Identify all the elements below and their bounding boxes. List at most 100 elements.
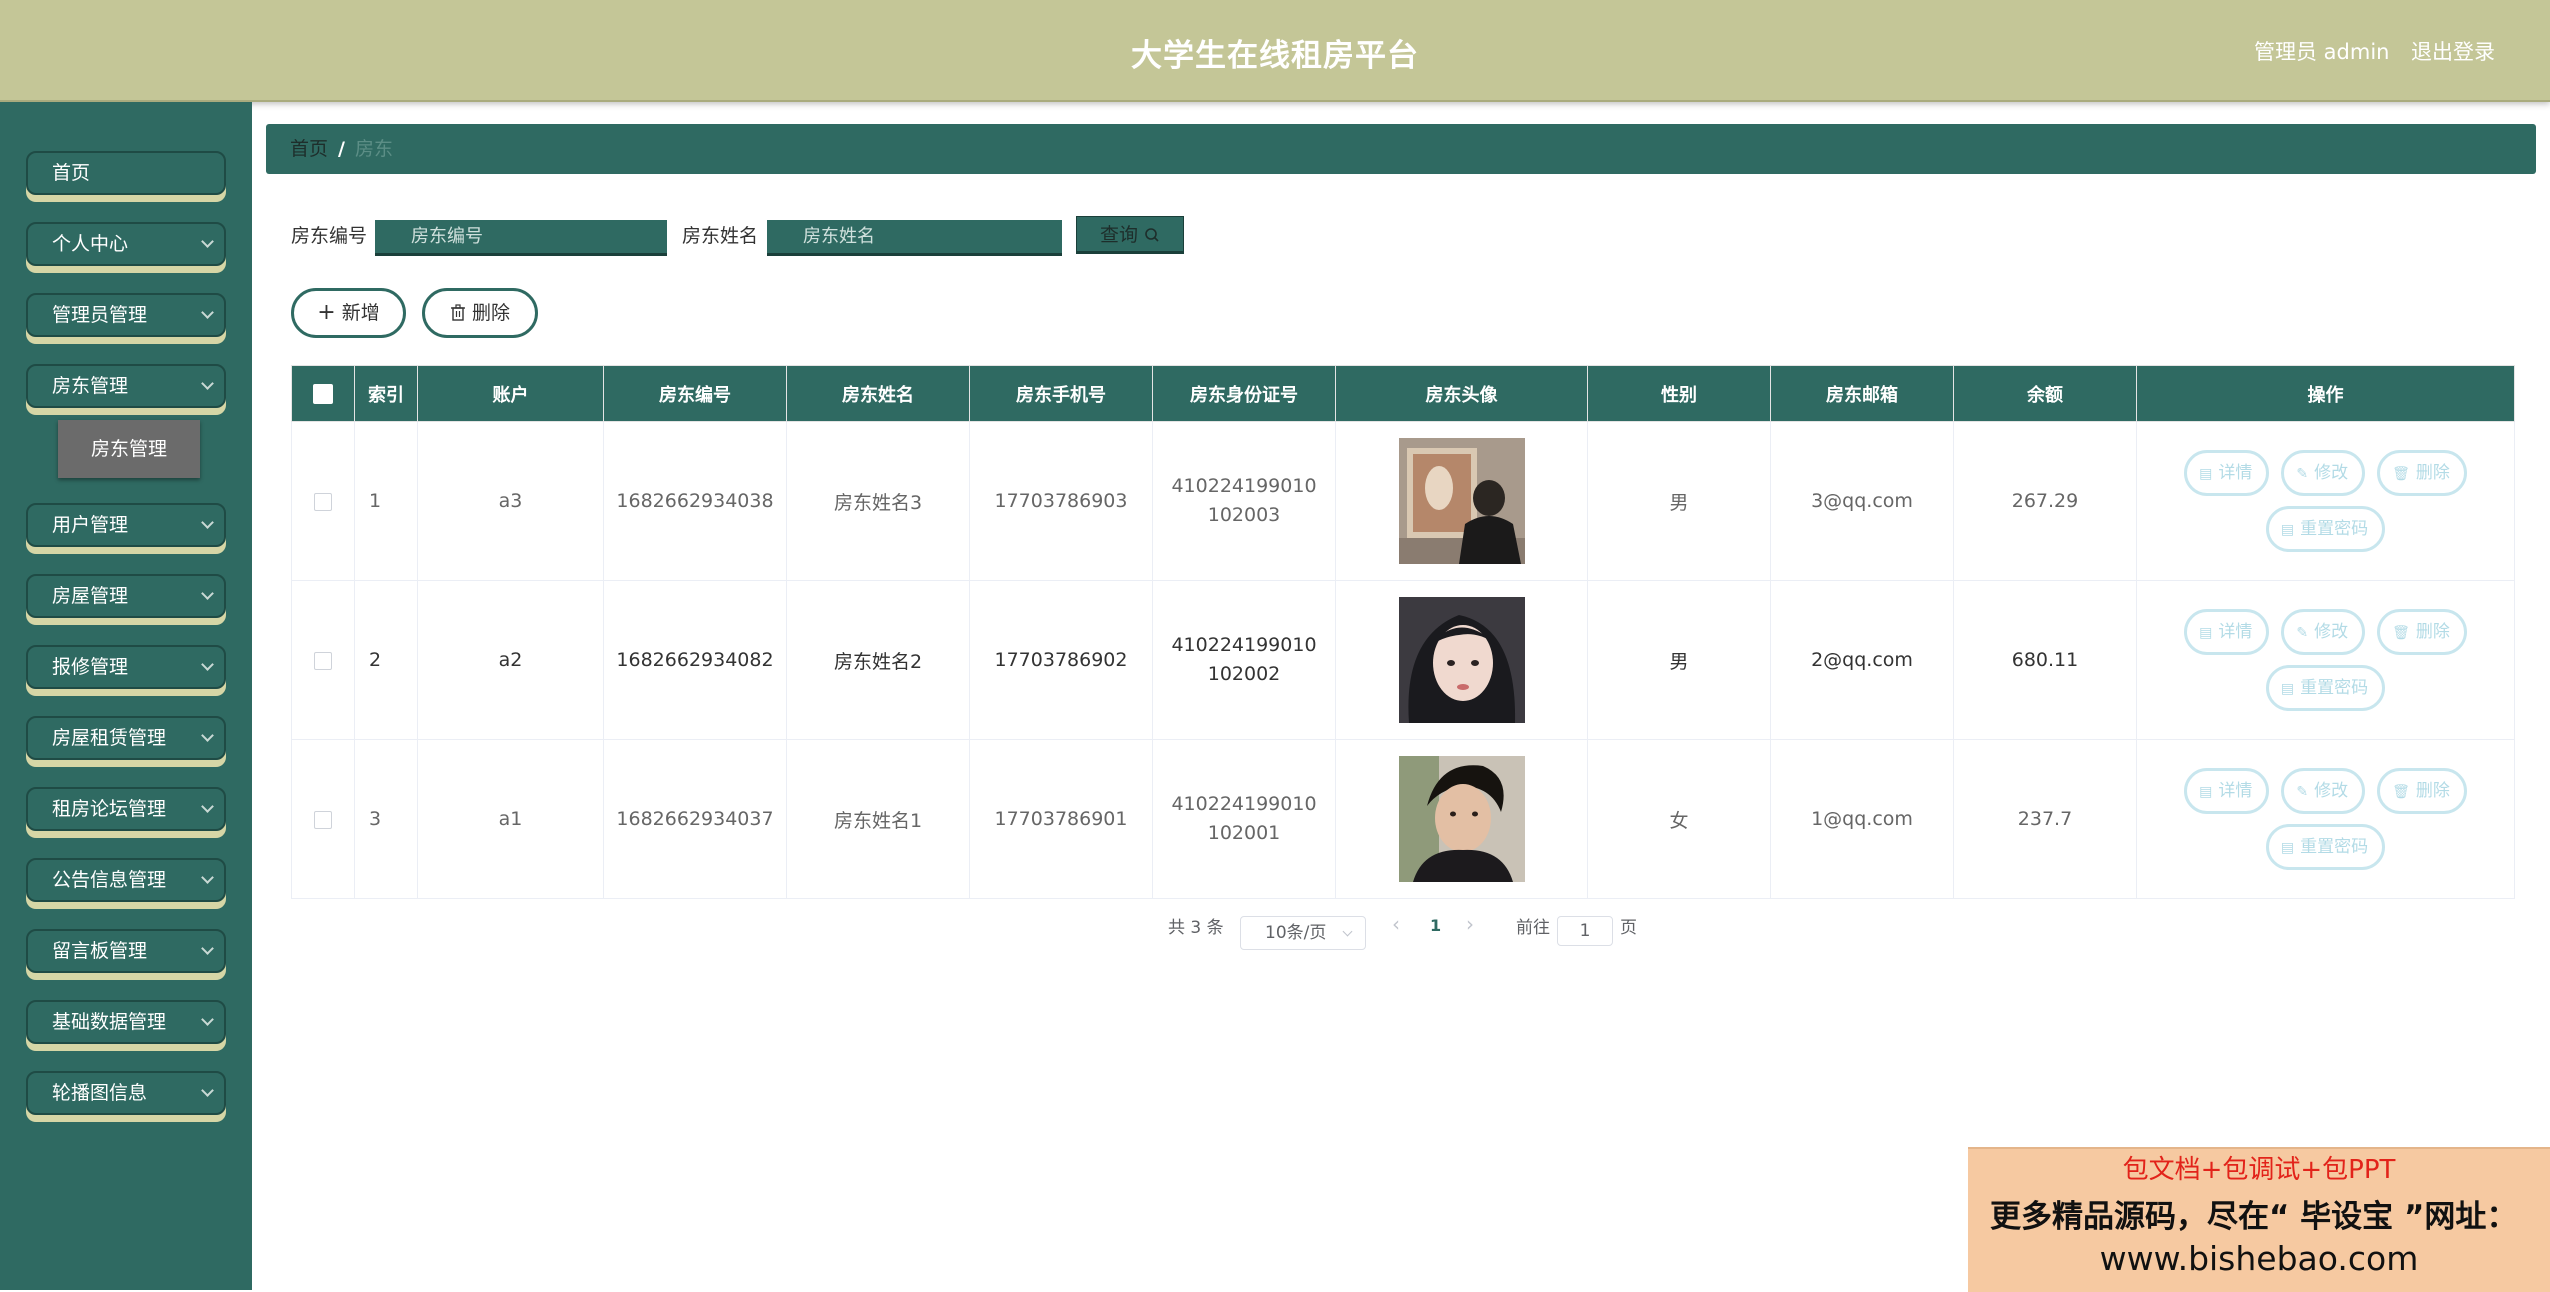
row-select-cell — [291, 421, 355, 581]
cell-account: a2 — [417, 580, 604, 740]
landlord-avatar-image[interactable] — [1398, 597, 1525, 723]
sidebar-item-carousel[interactable]: 轮播图信息 — [26, 1071, 226, 1115]
plus-icon: + — [317, 300, 336, 325]
sidebar-item-user-management[interactable]: 用户管理 — [26, 503, 226, 547]
cell-phone: 17703786902 — [969, 580, 1153, 740]
table-row: 1 a3 1682662934038 房东姓名3 17703786903 410… — [291, 421, 2515, 581]
search-icon — [1145, 228, 1159, 242]
chevron-down-icon — [201, 658, 214, 671]
row-checkbox[interactable] — [314, 492, 332, 511]
page-size-value: 10条/页 — [1265, 923, 1327, 943]
column-header: 房东邮箱 — [1770, 365, 1954, 422]
cell-balance: 237.7 — [1953, 739, 2137, 899]
detail-button[interactable]: ▤ 详情 — [2184, 609, 2270, 655]
column-header: 性别 — [1587, 365, 1771, 422]
cell-balance: 267.29 — [1953, 421, 2137, 581]
row-select-cell — [291, 739, 355, 899]
delete-button[interactable]: 🗑︎ 删除 — [2377, 609, 2467, 655]
column-header: 余额 — [1953, 365, 2137, 422]
sidebar-item-label: 管理员管理 — [52, 304, 148, 326]
sidebar-item-house-management[interactable]: 房屋管理 — [26, 574, 226, 618]
reset-password-button[interactable]: ▤ 重置密码 — [2265, 824, 2386, 870]
reset-password-button[interactable]: ▤ 重置密码 — [2265, 506, 2386, 552]
next-page-icon[interactable]: › — [1466, 912, 1474, 936]
page-size-select[interactable]: 10条/页 — [1240, 916, 1366, 950]
add-button[interactable]: + 新增 — [291, 288, 406, 338]
select-all-checkbox[interactable] — [313, 384, 333, 404]
logout-link[interactable]: 退出登录 — [2411, 36, 2495, 66]
landlord-number-input[interactable] — [375, 220, 667, 256]
landlord-name-label: 房东姓名 — [682, 225, 759, 247]
sidebar-item-label: 房屋管理 — [52, 585, 129, 607]
cell-index: 2 — [354, 580, 418, 740]
sidebar-item-admin-management[interactable]: 管理员管理 — [26, 293, 226, 337]
goto-page-input[interactable] — [1557, 916, 1613, 946]
delete-label: 删除 — [2415, 781, 2450, 801]
edit-button[interactable]: ✎ 修改 — [2281, 450, 2366, 496]
cell-email: 1@qq.com — [1770, 739, 1954, 899]
edit-label: 修改 — [2314, 781, 2349, 801]
cell-phone: 17703786903 — [969, 421, 1153, 581]
row-checkbox[interactable] — [314, 810, 332, 829]
current-user-label: 管理员 admin — [2254, 40, 2390, 64]
breadcrumb-home[interactable]: 首页 — [290, 138, 328, 160]
sidebar-item-repair-management[interactable]: 报修管理 — [26, 645, 226, 689]
landlord-avatar-image[interactable] — [1398, 756, 1525, 882]
sidebar-item-notice-management[interactable]: 公告信息管理 — [26, 858, 226, 902]
sidebar-item-message-board[interactable]: 留言板管理 — [26, 929, 226, 973]
sidebar-item-label: 个人中心 — [52, 233, 129, 255]
landlord-avatar-image[interactable] — [1398, 438, 1525, 564]
landlord-name-input[interactable] — [767, 220, 1062, 256]
sidebar-item-home[interactable]: 首页 — [26, 151, 226, 195]
sidebar-item-label: 用户管理 — [52, 514, 129, 536]
pencil-icon: ✎ — [2296, 466, 2309, 482]
query-label: 查询 — [1099, 224, 1138, 246]
sidebar-item-label: 基础数据管理 — [52, 1011, 167, 1033]
batch-delete-button[interactable]: 删除 — [422, 288, 538, 338]
document-icon: ▤ — [2280, 840, 2295, 856]
sidebar-item-label: 房屋租赁管理 — [52, 727, 167, 749]
sidebar-item-basic-data[interactable]: 基础数据管理 — [26, 1000, 226, 1044]
detail-button[interactable]: ▤ 详情 — [2184, 768, 2270, 814]
cell-balance: 680.11 — [1953, 580, 2137, 740]
trash-icon: 🗑︎ — [2392, 784, 2410, 800]
table-row: 2 a2 1682662934082 房东姓名2 17703786902 410… — [291, 580, 2515, 740]
column-header: 房东姓名 — [786, 365, 970, 422]
sidebar-item-forum-management[interactable]: 租房论坛管理 — [26, 787, 226, 831]
trash-icon: 🗑︎ — [2392, 466, 2410, 482]
submenu-item-landlord[interactable]: 房东管理 — [58, 420, 200, 478]
chevron-down-icon — [1342, 926, 1353, 937]
current-page-number[interactable]: 1 — [1430, 916, 1441, 935]
sidebar-item-landlord-management[interactable]: 房东管理 — [26, 364, 226, 408]
cell-idcard: 410224199010102003 — [1152, 421, 1336, 581]
goto-label: 前往 — [1516, 918, 1550, 938]
row-checkbox[interactable] — [314, 651, 332, 670]
edit-button[interactable]: ✎ 修改 — [2281, 768, 2366, 814]
row-select-cell — [291, 580, 355, 740]
breadcrumb-separator: / — [338, 138, 345, 160]
edit-button[interactable]: ✎ 修改 — [2281, 609, 2366, 655]
chevron-down-icon — [201, 729, 214, 742]
prev-page-icon[interactable]: ‹ — [1392, 912, 1400, 936]
sidebar-item-personal-center[interactable]: 个人中心 — [26, 222, 226, 266]
edit-label: 修改 — [2314, 622, 2349, 642]
cell-phone: 17703786901 — [969, 739, 1153, 899]
chevron-down-icon — [201, 516, 214, 529]
cell-landlord-name: 房东姓名3 — [786, 421, 970, 581]
sidebar-item-rental-management[interactable]: 房屋租赁管理 — [26, 716, 226, 760]
cell-index: 3 — [354, 739, 418, 899]
top-header: 大学生在线租房平台 管理员 admin 退出登录 — [0, 0, 2550, 102]
query-button[interactable]: 查询 — [1076, 216, 1184, 254]
cell-gender: 女 — [1587, 739, 1771, 899]
pencil-icon: ✎ — [2296, 784, 2309, 800]
sidebar-item-label: 租房论坛管理 — [52, 798, 167, 820]
reset-password-button[interactable]: ▤ 重置密码 — [2265, 665, 2386, 711]
detail-button[interactable]: ▤ 详情 — [2184, 450, 2270, 496]
reset-password-label: 重置密码 — [2300, 678, 2369, 698]
chevron-down-icon — [201, 1084, 214, 1097]
delete-button[interactable]: 🗑︎ 删除 — [2377, 450, 2467, 496]
delete-button[interactable]: 🗑︎ 删除 — [2377, 768, 2467, 814]
chevron-down-icon — [201, 1013, 214, 1026]
chevron-down-icon — [201, 306, 214, 319]
cell-idcard: 410224199010102001 — [1152, 739, 1336, 899]
